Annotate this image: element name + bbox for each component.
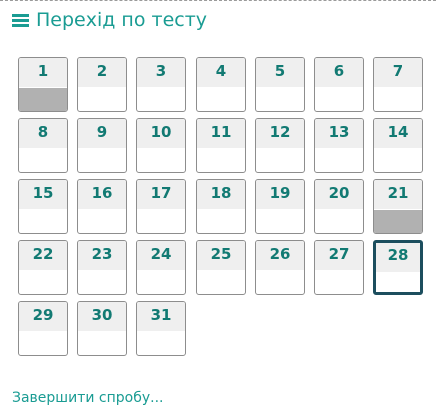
question-number: 7 bbox=[374, 58, 422, 87]
question-number: 4 bbox=[197, 58, 245, 87]
question-button[interactable]: 30 bbox=[77, 301, 127, 356]
question-button[interactable]: 11 bbox=[196, 118, 246, 173]
question-button[interactable]: 23 bbox=[77, 240, 127, 295]
question-button[interactable]: 29 bbox=[18, 301, 68, 356]
question-button[interactable]: 10 bbox=[136, 118, 186, 173]
question-button[interactable]: 8 bbox=[18, 118, 68, 173]
question-number: 16 bbox=[78, 180, 126, 209]
question-button[interactable]: 13 bbox=[314, 118, 364, 173]
question-number: 26 bbox=[256, 241, 304, 270]
question-button[interactable]: 28 bbox=[373, 240, 423, 295]
question-number: 29 bbox=[19, 302, 67, 331]
answered-indicator bbox=[374, 210, 422, 233]
question-button[interactable]: 26 bbox=[255, 240, 305, 295]
question-button[interactable]: 1 bbox=[18, 57, 68, 112]
question-number: 10 bbox=[137, 119, 185, 148]
question-number: 28 bbox=[376, 243, 420, 272]
question-button[interactable]: 20 bbox=[314, 179, 364, 234]
block-title-text: Перехід по тесту bbox=[36, 9, 208, 31]
question-button[interactable]: 22 bbox=[18, 240, 68, 295]
question-number: 20 bbox=[315, 180, 363, 209]
question-number: 3 bbox=[137, 58, 185, 87]
question-button[interactable]: 18 bbox=[196, 179, 246, 234]
question-button[interactable]: 21 bbox=[373, 179, 423, 234]
question-number: 27 bbox=[315, 241, 363, 270]
question-number: 12 bbox=[256, 119, 304, 148]
question-button[interactable]: 7 bbox=[373, 57, 423, 112]
question-number: 24 bbox=[137, 241, 185, 270]
question-button[interactable]: 24 bbox=[136, 240, 186, 295]
question-number: 8 bbox=[19, 119, 67, 148]
question-number: 31 bbox=[137, 302, 185, 331]
block-title: Перехід по тесту bbox=[12, 9, 207, 31]
question-button[interactable]: 17 bbox=[136, 179, 186, 234]
hamburger-icon bbox=[12, 13, 29, 27]
question-button[interactable]: 25 bbox=[196, 240, 246, 295]
question-number: 13 bbox=[315, 119, 363, 148]
question-button[interactable]: 6 bbox=[314, 57, 364, 112]
quiz-navigation-block: Перехід по тесту 1 2 3 4 5 6 7 8 9 10 11 12 13 14 15 16… bbox=[0, 0, 436, 411]
question-button[interactable]: 2 bbox=[77, 57, 127, 112]
question-button[interactable]: 5 bbox=[255, 57, 305, 112]
question-button[interactable]: 16 bbox=[77, 179, 127, 234]
question-number: 17 bbox=[137, 180, 185, 209]
question-number: 1 bbox=[19, 58, 67, 87]
finish-attempt-link[interactable]: Завершити спробу... bbox=[12, 390, 164, 406]
question-button[interactable]: 31 bbox=[136, 301, 186, 356]
question-button[interactable]: 3 bbox=[136, 57, 186, 112]
question-button[interactable]: 15 bbox=[18, 179, 68, 234]
question-number: 14 bbox=[374, 119, 422, 148]
question-number: 30 bbox=[78, 302, 126, 331]
question-number: 18 bbox=[197, 180, 245, 209]
question-button[interactable]: 12 bbox=[255, 118, 305, 173]
answered-indicator bbox=[19, 88, 67, 111]
question-button[interactable]: 9 bbox=[77, 118, 127, 173]
question-button[interactable]: 19 bbox=[255, 179, 305, 234]
question-number: 11 bbox=[197, 119, 245, 148]
question-button[interactable]: 14 bbox=[373, 118, 423, 173]
question-button[interactable]: 4 bbox=[196, 57, 246, 112]
question-number: 15 bbox=[19, 180, 67, 209]
question-number: 9 bbox=[78, 119, 126, 148]
question-number: 21 bbox=[374, 180, 422, 209]
question-number: 2 bbox=[78, 58, 126, 87]
question-number: 22 bbox=[19, 241, 67, 270]
question-number: 6 bbox=[315, 58, 363, 87]
question-number: 23 bbox=[78, 241, 126, 270]
question-button[interactable]: 27 bbox=[314, 240, 364, 295]
question-number: 5 bbox=[256, 58, 304, 87]
question-number: 25 bbox=[197, 241, 245, 270]
question-number: 19 bbox=[256, 180, 304, 209]
